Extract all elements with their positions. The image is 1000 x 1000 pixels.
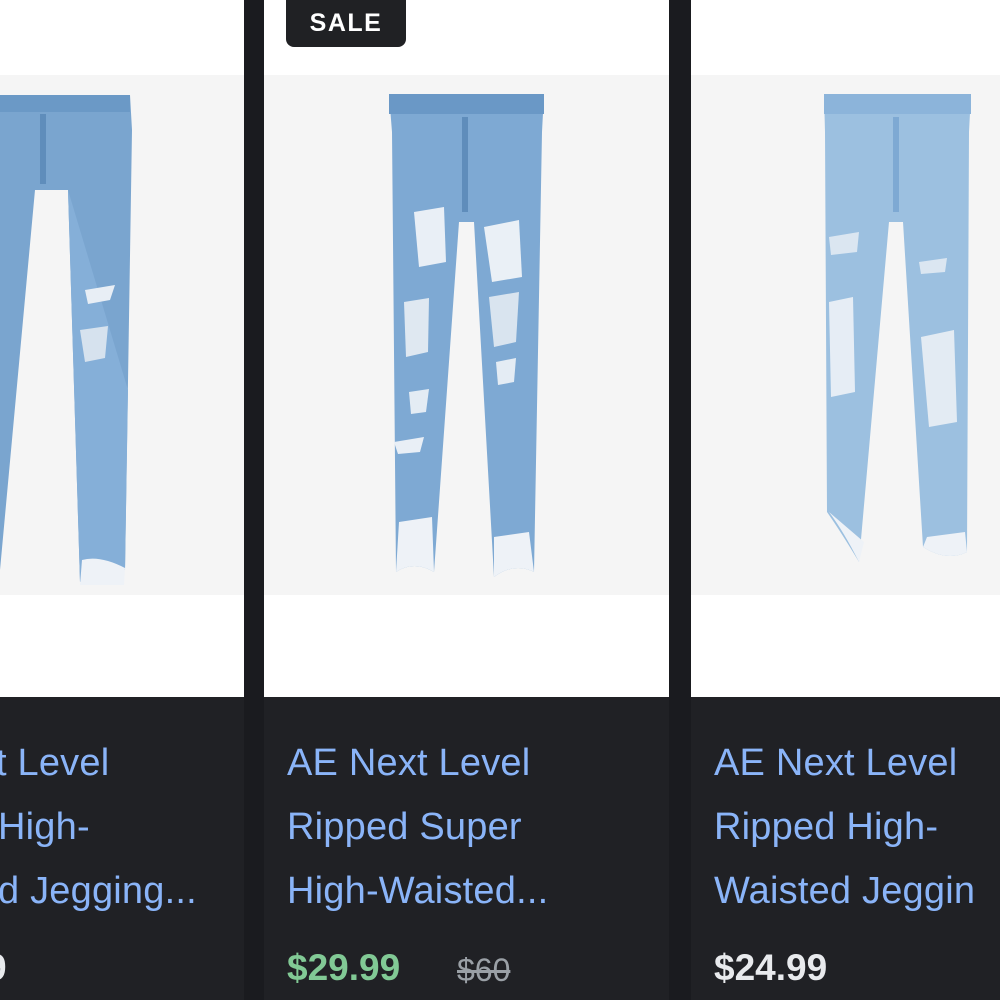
product-title-line[interactable]: Waisted Jeggin bbox=[714, 869, 975, 913]
product-info[interactable]: AE Next Level Ripped Super High-Waisted.… bbox=[264, 697, 669, 1000]
product-image-area[interactable] bbox=[0, 0, 244, 697]
product-info[interactable]: AE Next Level Ripped High- Waisted Jeggi… bbox=[691, 697, 1000, 1000]
sale-badge: SALE bbox=[286, 0, 406, 47]
product-title-line[interactable]: d Jegging... bbox=[0, 869, 197, 913]
card-divider bbox=[669, 0, 691, 1000]
product-image-jeans bbox=[389, 94, 544, 577]
product-image-jeans bbox=[0, 95, 132, 585]
product-title-line[interactable]: Ripped High- bbox=[714, 805, 938, 849]
product-title-line[interactable]: Ripped Super bbox=[287, 805, 522, 849]
product-price: 9 bbox=[0, 946, 7, 990]
product-card[interactable]: t Level High- d Jegging... 9 bbox=[0, 0, 244, 1000]
product-carousel: t Level High- d Jegging... 9 bbox=[0, 0, 1000, 1000]
product-title-line[interactable]: High- bbox=[0, 805, 90, 849]
product-card[interactable]: AE Next Level Ripped High- Waisted Jeggi… bbox=[691, 0, 1000, 1000]
original-price: $60 bbox=[457, 952, 511, 988]
product-title-line[interactable]: AE Next Level bbox=[287, 741, 530, 785]
product-title-line[interactable]: High-Waisted... bbox=[287, 869, 548, 913]
product-image-area[interactable] bbox=[264, 0, 669, 697]
product-title-line[interactable]: t Level bbox=[0, 741, 109, 785]
product-price: $24.99 bbox=[714, 947, 828, 988]
product-card[interactable]: SALE AE Next Level Ripped Super High-Wai… bbox=[264, 0, 669, 1000]
product-info[interactable]: t Level High- d Jegging... 9 bbox=[0, 697, 244, 1000]
product-title-line[interactable]: AE Next Level bbox=[714, 741, 957, 785]
sale-price: $29.99 bbox=[287, 947, 401, 988]
product-image-jeans bbox=[824, 94, 971, 562]
card-divider bbox=[244, 0, 264, 1000]
product-image-area[interactable] bbox=[691, 0, 1000, 697]
